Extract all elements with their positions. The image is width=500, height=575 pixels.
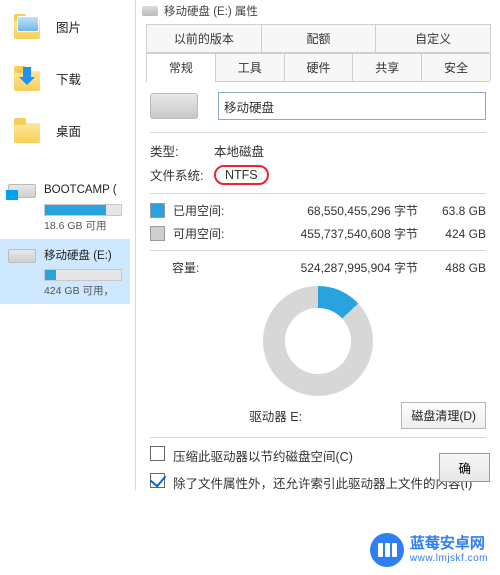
drive-usage-bar	[44, 269, 122, 281]
drive-icon	[8, 180, 36, 200]
tab-row-top: 以前的版本 配额 自定义	[146, 24, 490, 53]
free-swatch-icon	[150, 226, 165, 241]
drive-subtext: 18.6 GB 可用	[44, 218, 122, 233]
drive-item-removable[interactable]: 移动硬盘 (E:) 424 GB 可用，	[0, 239, 130, 304]
type-value: 本地磁盘	[214, 141, 264, 160]
used-swatch-icon	[150, 203, 165, 218]
drive-subtext: 424 GB 可用，	[44, 283, 122, 298]
filesystem-value: NTFS	[214, 165, 269, 185]
watermark: 蓝莓安卓网 www.lmjskf.com	[366, 531, 492, 569]
used-bytes: 68,550,455,296 字节	[237, 202, 424, 219]
dialog-title: 移动硬盘 (E:) 属性	[164, 3, 258, 19]
drive-icon	[8, 245, 36, 265]
ok-button[interactable]: 确	[439, 453, 490, 482]
used-label: 已用空间:	[173, 202, 237, 219]
tab-hardware[interactable]: 硬件	[284, 53, 354, 81]
tab-tools[interactable]: 工具	[215, 53, 285, 81]
downloads-folder-icon	[14, 65, 44, 91]
tab-quota[interactable]: 配额	[261, 24, 377, 52]
tab-general-panel: 移动硬盘 类型:本地磁盘 文件系统:NTFS 已用空间: 68,550,455,…	[136, 82, 500, 492]
dialog-titlebar: 移动硬盘 (E:) 属性	[136, 0, 500, 22]
drive-small-icon	[142, 6, 158, 16]
sidebar-label: 图片	[56, 17, 81, 36]
type-label: 类型:	[150, 141, 214, 160]
tab-previous-versions[interactable]: 以前的版本	[146, 24, 262, 52]
watermark-brand: 蓝莓安卓网	[410, 536, 488, 553]
drive-item-bootcamp[interactable]: BOOTCAMP ( 18.6 GB 可用	[0, 174, 130, 239]
tab-customize[interactable]: 自定义	[375, 24, 491, 52]
watermark-logo-icon	[370, 533, 404, 567]
explorer-sidebar: 图片 下载 桌面 BOOTCAMP ( 18.6 GB 可用 移动硬盘 (E:)…	[0, 0, 130, 490]
sidebar-item-desktop[interactable]: 桌面	[14, 110, 130, 150]
used-gb: 63.8 GB	[424, 204, 486, 218]
capacity-label: 容量:	[172, 259, 236, 276]
properties-dialog: 移动硬盘 (E:) 属性 以前的版本 配额 自定义 常规 工具 硬件 共享 安全…	[135, 0, 500, 490]
capacity-bytes: 524,287,995,904 字节	[236, 259, 424, 276]
tab-general[interactable]: 常规	[146, 53, 216, 81]
usage-donut-chart	[263, 286, 373, 396]
free-label: 可用空间:	[173, 225, 237, 242]
filesystem-label: 文件系统:	[150, 165, 214, 185]
drive-list: BOOTCAMP ( 18.6 GB 可用 移动硬盘 (E:) 424 GB 可…	[0, 174, 130, 304]
free-gb: 424 GB	[424, 227, 486, 241]
pictures-folder-icon	[14, 13, 44, 39]
sidebar-item-pictures[interactable]: 图片	[14, 6, 130, 46]
drive-letter-label: 驱动器 E:	[150, 406, 401, 425]
dialog-button-row: 确	[136, 447, 500, 490]
drive-large-icon	[150, 93, 198, 119]
space-summary: 已用空间: 68,550,455,296 字节 63.8 GB 可用空间: 45…	[150, 202, 486, 276]
sidebar-item-downloads[interactable]: 下载	[14, 58, 130, 98]
desktop-folder-icon	[14, 117, 44, 143]
separator	[150, 193, 486, 194]
tab-security[interactable]: 安全	[421, 53, 491, 81]
disk-cleanup-button[interactable]: 磁盘清理(D)	[401, 402, 486, 429]
drive-name: BOOTCAMP (	[44, 184, 117, 196]
sidebar-label: 下载	[56, 69, 81, 88]
drive-usage-bar	[44, 204, 122, 216]
drive-name: 移动硬盘 (E:)	[44, 247, 112, 263]
tab-sharing[interactable]: 共享	[352, 53, 422, 81]
tab-row-bottom: 常规 工具 硬件 共享 安全	[146, 53, 490, 82]
watermark-url: www.lmjskf.com	[410, 553, 488, 564]
capacity-gb: 488 GB	[424, 261, 486, 275]
separator	[150, 132, 486, 133]
separator	[150, 437, 486, 438]
sidebar-label: 桌面	[56, 121, 81, 140]
free-bytes: 455,737,540,608 字节	[237, 225, 424, 242]
volume-label-input[interactable]: 移动硬盘	[218, 92, 486, 120]
separator	[150, 250, 486, 251]
